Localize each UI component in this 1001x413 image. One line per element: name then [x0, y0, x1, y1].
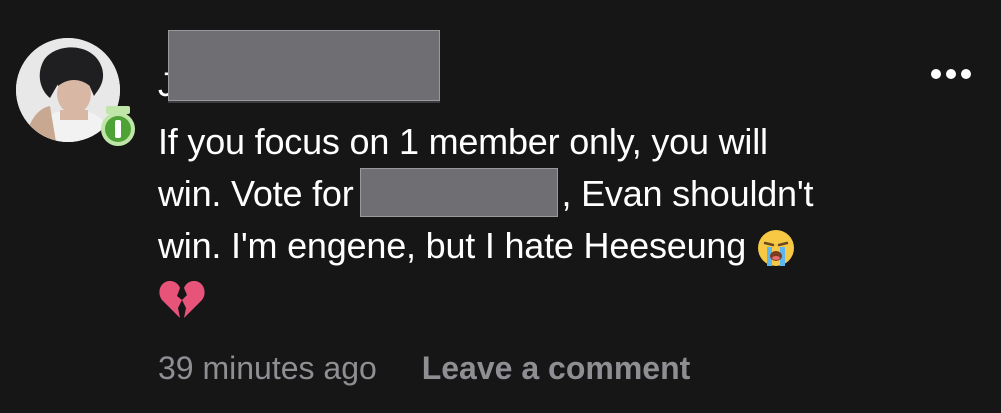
avatar-container[interactable]: [16, 38, 135, 150]
comment-line-4: [158, 272, 958, 324]
comment-line-2-start: win. Vote for: [158, 173, 354, 214]
author-name-redaction: [168, 30, 440, 101]
comment-line-3-text: win. I'm engene, but I hate Heeseung: [158, 225, 747, 266]
comment-line-3: win. I'm engene, but I hate Heeseung: [158, 220, 958, 272]
more-horizontal-icon-dot: [946, 69, 956, 79]
more-horizontal-icon-dot: [961, 69, 971, 79]
comment-text: If you focus on 1 member only, you will …: [158, 116, 958, 324]
member-name-redaction: [359, 168, 558, 217]
leave-comment-button[interactable]: Leave a comment: [422, 350, 691, 386]
broken-heart-emoji: [159, 280, 205, 318]
comment-timestamp: 39 minutes ago: [158, 350, 377, 386]
loudly-crying-face-emoji: [758, 230, 795, 266]
more-options-button[interactable]: [928, 62, 974, 86]
comment-line-2: win. Vote for , Evan shouldn't: [158, 168, 958, 220]
more-horizontal-icon-dot: [931, 69, 941, 79]
comment-footer: 39 minutes ago Leave a comment: [158, 348, 690, 388]
comment-line-2-end: , Evan shouldn't: [561, 173, 814, 214]
level-badge-icon: [101, 106, 135, 146]
comment-line-1: If you focus on 1 member only, you will: [158, 121, 768, 162]
comment-item: J If you focus on 1 member only, you wil…: [0, 0, 1001, 413]
